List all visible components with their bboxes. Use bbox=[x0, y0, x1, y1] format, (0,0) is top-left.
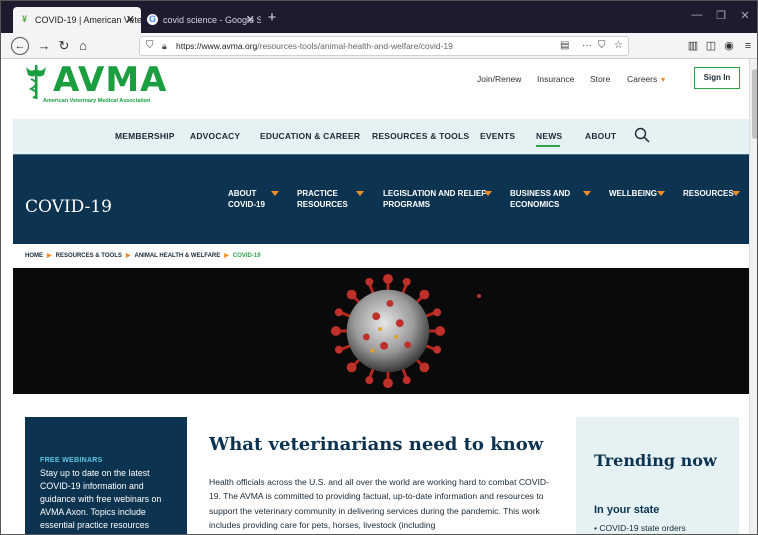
menu-label-line2: RESOURCES bbox=[297, 200, 348, 209]
shield-icon[interactable]: ⛉ bbox=[146, 37, 154, 55]
webinar-promo[interactable]: FREE WEBINARS Stay up to date on the lat… bbox=[25, 417, 187, 534]
address-bar[interactable]: ⛉ 🔒︎ https://www.avma.org/resources-tool… bbox=[139, 36, 629, 56]
coronavirus-illustration bbox=[330, 273, 446, 389]
close-tab-icon[interactable]: ✕ bbox=[126, 7, 135, 33]
store-link[interactable]: Store bbox=[590, 74, 610, 84]
tab-google-search[interactable]: G covid science - Google Search ✕ bbox=[141, 7, 261, 33]
covid-menu-about[interactable]: ABOUT COVID-19 bbox=[228, 188, 265, 210]
home-button[interactable]: ⌂ bbox=[74, 37, 92, 55]
close-window-icon[interactable]: ✕ bbox=[737, 9, 753, 22]
covid-menu-wellbeing[interactable]: WELLBEING bbox=[609, 188, 657, 199]
new-tab-button[interactable]: + bbox=[263, 8, 281, 28]
menu-label-line1: BUSINESS AND bbox=[510, 189, 571, 198]
article-body: Health officials across the U.S. and all… bbox=[209, 477, 549, 530]
breadcrumb-current: COVID-19 bbox=[232, 253, 261, 259]
menu-icon[interactable]: ≡ bbox=[740, 37, 756, 55]
browser-window: ¥ COVID-19 | American Veterina ✕ G covid… bbox=[0, 0, 758, 535]
search-icon[interactable] bbox=[634, 127, 650, 143]
chevron-down-icon bbox=[484, 191, 492, 196]
breadcrumb: HOME ▶ RESOURCES & TOOLS ▶ ANIMAL HEALTH & W… bbox=[13, 244, 749, 268]
webinar-text: Stay up to date on the latest COVID-19 i… bbox=[40, 468, 162, 530]
hero-image bbox=[13, 268, 749, 394]
covid-menu-resources[interactable]: RESOURCES bbox=[683, 188, 734, 199]
reload-button[interactable]: ↻ bbox=[55, 37, 73, 55]
chevron-right-icon: ▶ bbox=[125, 253, 131, 259]
page-actions-icon[interactable]: ··· bbox=[582, 37, 592, 55]
chevron-right-icon: ▶ bbox=[47, 253, 52, 259]
chevron-down-icon bbox=[732, 191, 740, 196]
chevron-down-icon bbox=[356, 191, 364, 196]
trending-title: Trending now bbox=[594, 451, 717, 470]
url-text[interactable]: https://www.avma.org/resources-tools/ani… bbox=[176, 37, 453, 55]
sidebar-icon[interactable]: ◫ bbox=[703, 37, 719, 55]
nav-events[interactable]: EVENTS bbox=[480, 131, 515, 141]
account-icon[interactable]: ◉ bbox=[721, 37, 737, 55]
menu-label-line1: WELLBEING bbox=[609, 189, 657, 198]
chevron-down-icon bbox=[271, 191, 279, 196]
chevron-down-icon bbox=[583, 191, 591, 196]
nav-education-career[interactable]: EDUCATION & CAREER bbox=[260, 131, 360, 141]
tab-strip: ¥ COVID-19 | American Veterina ✕ G covid… bbox=[1, 1, 757, 33]
covid-menu-practice-resources[interactable]: PRACTICE RESOURCES bbox=[297, 188, 348, 210]
trending-subhead: In your state bbox=[594, 504, 660, 516]
forward-button[interactable]: → bbox=[35, 37, 53, 55]
tab-avma-covid[interactable]: ¥ COVID-19 | American Veterina ✕ bbox=[13, 7, 141, 33]
trending-link-state-orders[interactable]: • COVID-19 state orders bbox=[594, 523, 686, 533]
chevron-right-icon: ▶ bbox=[224, 253, 229, 259]
back-button[interactable]: ← bbox=[11, 37, 29, 55]
page-title: What veterinarians need to know bbox=[209, 434, 544, 455]
library-icon[interactable]: ▥ bbox=[685, 37, 701, 55]
nav-about[interactable]: ABOUT bbox=[585, 131, 616, 141]
nav-resources-tools[interactable]: RESOURCES & TOOLS bbox=[372, 131, 469, 141]
menu-label-line1: LEGISLATION AND RELIEF bbox=[383, 189, 487, 198]
main-navigation: MEMBERSHIP ADVOCACY EDUCATION & CAREER R… bbox=[13, 119, 749, 154]
active-nav-indicator bbox=[536, 145, 560, 147]
bookmark-star-icon[interactable]: ☆ bbox=[614, 37, 623, 55]
menu-label-line1: ABOUT bbox=[228, 189, 257, 198]
page-scrollbar[interactable] bbox=[749, 59, 757, 534]
covid-menu-business[interactable]: BUSINESS AND ECONOMICS bbox=[510, 188, 570, 210]
menu-label-line1: PRACTICE bbox=[297, 189, 338, 198]
breadcrumb-home[interactable]: HOME bbox=[25, 253, 43, 259]
breadcrumb-resources-tools[interactable]: RESOURCES & TOOLS bbox=[56, 253, 122, 259]
nav-news[interactable]: NEWS bbox=[536, 131, 562, 141]
caduceus-icon bbox=[26, 65, 46, 99]
logo-subtitle: American Veterinary Medical Association bbox=[43, 98, 151, 104]
url-domain: https://www.avma.org bbox=[176, 41, 258, 51]
trending-panel: Trending now In your state • COVID-19 st… bbox=[576, 417, 739, 534]
breadcrumb-animal-health[interactable]: ANIMAL HEALTH & WELFARE bbox=[134, 253, 220, 259]
url-path: /resources-tools/animal-health-and-welfa… bbox=[257, 41, 453, 51]
careers-label: Careers bbox=[627, 74, 658, 84]
section-title: COVID-19 bbox=[25, 197, 112, 217]
logo-wordmark: AVMA bbox=[53, 60, 168, 100]
nav-membership[interactable]: MEMBERSHIP bbox=[115, 131, 175, 141]
browser-toolbar: ← → ↻ ⌂ ⛉ 🔒︎ https://www.avma.org/resour… bbox=[1, 33, 757, 59]
background-particle bbox=[477, 294, 481, 298]
avma-favicon-icon: ¥ bbox=[21, 14, 27, 24]
menu-label-line1: RESOURCES bbox=[683, 189, 734, 198]
insurance-link[interactable]: Insurance bbox=[537, 74, 574, 84]
careers-link[interactable]: Careers ▼ bbox=[627, 74, 667, 84]
join-renew-link[interactable]: Join/Renew bbox=[477, 74, 521, 84]
menu-label-line2: PROGRAMS bbox=[383, 200, 431, 209]
site-header: AVMA American Veterinary Medical Associa… bbox=[13, 59, 749, 119]
scrollbar-thumb[interactable] bbox=[752, 69, 757, 139]
close-tab-icon[interactable]: ✕ bbox=[246, 7, 255, 33]
nav-advocacy[interactable]: ADVOCACY bbox=[190, 131, 240, 141]
menu-label-line2: COVID-19 bbox=[228, 200, 265, 209]
chevron-down-icon: ▼ bbox=[659, 77, 667, 84]
restore-icon[interactable]: ❐ bbox=[713, 9, 729, 22]
minimize-icon[interactable]: — bbox=[689, 9, 705, 21]
webinar-heading: FREE WEBINARS bbox=[40, 457, 103, 464]
pocket-icon[interactable]: ⛉ bbox=[598, 37, 606, 55]
lock-icon[interactable]: 🔒︎ bbox=[162, 37, 167, 55]
avma-logo[interactable]: AVMA American Veterinary Medical Associa… bbox=[23, 61, 183, 113]
google-favicon-icon: G bbox=[147, 14, 158, 25]
covid-menu-legislation[interactable]: LEGISLATION AND RELIEF PROGRAMS bbox=[383, 188, 486, 210]
covid-section-banner: COVID-19 ABOUT COVID-19 PRACTICE RESOURCES… bbox=[13, 154, 749, 244]
reader-view-icon[interactable]: ▤ bbox=[560, 37, 569, 55]
menu-label-line2: ECONOMICS bbox=[510, 200, 560, 209]
chevron-down-icon bbox=[657, 191, 665, 196]
sign-in-button[interactable]: Sign In bbox=[694, 67, 740, 89]
